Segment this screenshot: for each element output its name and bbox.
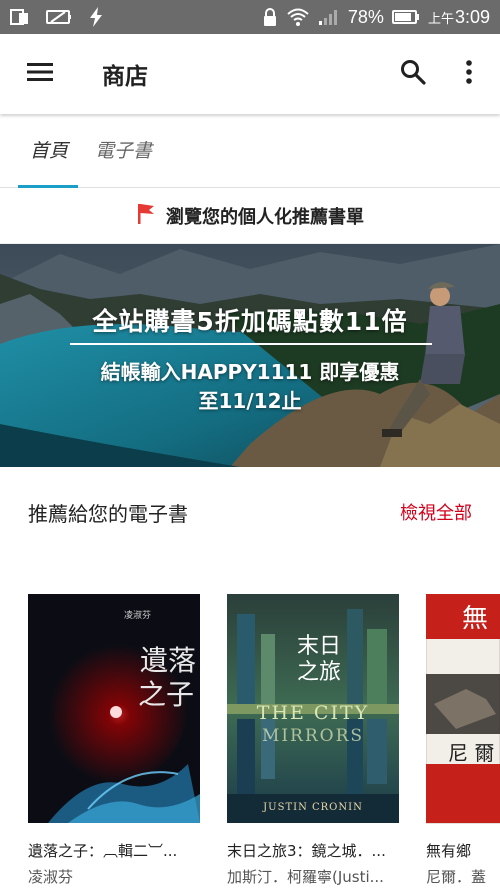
- flash-icon: [88, 7, 104, 27]
- cover-title: 末日 之旅: [297, 634, 341, 686]
- cover-author: 尼 爾: [448, 741, 495, 765]
- view-all-link[interactable]: 檢視全部: [400, 499, 472, 525]
- banner-headline: 全站購書5折加碼點數11倍: [92, 307, 408, 336]
- more-options-button[interactable]: [452, 57, 486, 91]
- lock-icon: [262, 7, 278, 27]
- recommended-section-header: 推薦給您的電子書 檢視全部: [0, 490, 500, 534]
- section-title: 推薦給您的電子書: [28, 501, 188, 526]
- cover-title: 遺落 之子: [138, 644, 197, 712]
- book-author: 凌淑芬: [28, 868, 74, 886]
- clock: 上午3:09: [428, 7, 490, 28]
- more-vert-icon: [465, 59, 473, 89]
- battery-icon: [391, 9, 420, 25]
- promo-banner[interactable]: 全站購書5折加碼點數11倍 結帳輸入HAPPY1111 即享優惠 至11/12止: [0, 244, 500, 467]
- battery-saver-icon: [46, 8, 72, 26]
- personalized-recommendations-link[interactable]: 瀏覽您的個人化推薦書單: [0, 188, 500, 244]
- book-cover: 凌淑芬 遺落 之子: [28, 594, 200, 823]
- tab-bar: 首頁 電子書: [0, 114, 500, 188]
- flag-icon: [136, 202, 156, 230]
- personalized-label: 瀏覽您的個人化推薦書單: [166, 206, 364, 228]
- book-cover: 無 尼 爾: [426, 594, 500, 849]
- banner-subline: 結帳輸入HAPPY1111 即享優惠: [100, 360, 400, 384]
- book-cover: 末日 之旅 THE CITY MIRRORS JUSTIN CRONIN: [227, 594, 399, 823]
- clock-prefix: 上午: [427, 10, 454, 26]
- status-bar: 78% 上午3:09: [0, 0, 500, 34]
- book-author: 尼爾．蓋: [426, 868, 487, 886]
- signal-icon: [318, 8, 340, 26]
- book-card[interactable]: 無 尼 爾 無有鄉 尼爾．蓋: [426, 594, 500, 889]
- search-icon: [400, 59, 426, 89]
- search-button[interactable]: [396, 57, 430, 91]
- banner-divider: [70, 343, 432, 345]
- menu-button[interactable]: [20, 54, 60, 94]
- cover-author-en: JUSTIN CRONIN: [263, 802, 363, 813]
- banner-date: 至11/12止: [198, 389, 302, 413]
- app-bar: 商店: [0, 34, 500, 114]
- wifi-icon: [286, 7, 310, 27]
- book-title: 無有鄉: [426, 842, 472, 860]
- cover-en-title: THE CITY: [256, 702, 370, 724]
- book-title: 末日之旅3：鏡之城．...: [227, 842, 386, 860]
- battery-percent: 78%: [347, 6, 384, 27]
- book-card[interactable]: 凌淑芬 遺落 之子 遺落之子：︹輯二︺... 凌淑芬: [28, 594, 202, 889]
- book-card[interactable]: 末日 之旅 THE CITY MIRRORS JUSTIN CRONIN 末日之…: [227, 594, 401, 889]
- cover-title-line1: 遺落: [140, 644, 197, 677]
- menu-icon: [26, 61, 54, 87]
- book-title: 遺落之子：︹輯二︺...: [28, 842, 178, 860]
- cover-title: 無: [462, 604, 489, 634]
- cover-author-small: 凌淑芬: [124, 611, 152, 621]
- cover-en-title-2: MIRRORS: [261, 726, 365, 746]
- cover-title-line1: 末日: [297, 634, 342, 659]
- book-author: 加斯汀．柯羅寧(Justi...: [227, 868, 384, 886]
- tab-home[interactable]: 首頁: [30, 136, 68, 163]
- tab-ebooks[interactable]: 電子書: [95, 136, 152, 163]
- clock-time: 3:09: [454, 6, 490, 27]
- page-title: 商店: [102, 64, 148, 90]
- screen-mirror-icon: [10, 8, 30, 26]
- cover-title-line2: 之旅: [297, 660, 342, 685]
- cover-title-line2: 之子: [138, 678, 195, 711]
